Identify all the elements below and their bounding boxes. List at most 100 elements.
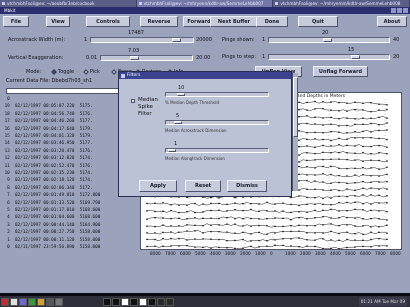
beam-point[interactable] xyxy=(250,245,252,248)
files-launcher-icon[interactable] xyxy=(28,297,36,306)
beam-point[interactable] xyxy=(378,109,380,111)
beam-point[interactable] xyxy=(322,203,324,206)
beam-point[interactable] xyxy=(218,231,220,233)
beam-point[interactable] xyxy=(202,246,204,248)
mode-pick-radio[interactable]: Pick xyxy=(83,69,100,75)
beam-point[interactable] xyxy=(298,101,300,103)
editor-launcher-icon[interactable] xyxy=(37,297,45,306)
beam-point[interactable] xyxy=(346,132,348,134)
beam-point[interactable] xyxy=(354,101,356,103)
beam-point[interactable] xyxy=(210,202,212,205)
beam-point[interactable] xyxy=(242,231,244,234)
slider-knob[interactable] xyxy=(168,149,176,152)
tab-3[interactable]: vtchmbhFsoli@ev: ~/mhryemm/kdtlr-aw/Semm… xyxy=(273,0,410,7)
beam-point[interactable] xyxy=(354,182,356,184)
beam-point[interactable] xyxy=(298,173,300,175)
beam-point[interactable] xyxy=(354,201,356,203)
beam-point[interactable] xyxy=(330,101,332,103)
beam-point[interactable] xyxy=(194,230,196,232)
beam-point[interactable] xyxy=(306,159,308,162)
beam-point[interactable] xyxy=(274,210,276,212)
beam-point[interactable] xyxy=(234,223,236,225)
start-menu-icon[interactable] xyxy=(1,297,9,306)
minimize-icon[interactable] xyxy=(391,8,396,13)
beam-point[interactable] xyxy=(322,197,324,200)
beam-point[interactable] xyxy=(370,175,372,177)
done-button[interactable]: Done xyxy=(256,16,288,27)
beam-point[interactable] xyxy=(218,202,220,205)
beam-point[interactable] xyxy=(378,159,380,162)
beam-point[interactable] xyxy=(290,238,292,240)
beam-point[interactable] xyxy=(314,131,316,134)
beam-point[interactable] xyxy=(370,137,372,139)
beam-point[interactable] xyxy=(370,181,372,183)
beam-point[interactable] xyxy=(386,138,388,141)
beam-point[interactable] xyxy=(202,225,204,227)
beam-point[interactable] xyxy=(322,189,324,191)
beam-point[interactable] xyxy=(362,109,364,111)
beam-point[interactable] xyxy=(386,232,388,234)
beam-point[interactable] xyxy=(330,116,332,119)
beam-point[interactable] xyxy=(306,152,308,154)
controls-button[interactable]: Controls xyxy=(86,16,130,27)
beam-point[interactable] xyxy=(274,225,276,228)
beam-point[interactable] xyxy=(290,196,292,199)
beam-point[interactable] xyxy=(330,223,332,225)
beam-point[interactable] xyxy=(298,109,300,111)
beam-point[interactable] xyxy=(362,137,364,139)
beam-point[interactable] xyxy=(146,245,148,248)
beam-point[interactable] xyxy=(330,197,332,199)
beam-point[interactable] xyxy=(338,225,340,227)
beam-point[interactable] xyxy=(242,209,244,212)
beam-point[interactable] xyxy=(314,217,316,219)
beam-point[interactable] xyxy=(186,204,188,206)
beam-point[interactable] xyxy=(362,145,364,148)
beam-point[interactable] xyxy=(330,165,332,168)
beam-point[interactable] xyxy=(338,131,340,133)
beam-point[interactable] xyxy=(234,209,236,211)
beam-point[interactable] xyxy=(386,181,388,183)
beam-point[interactable] xyxy=(146,210,148,212)
beam-point[interactable] xyxy=(370,117,372,119)
beam-point[interactable] xyxy=(314,245,316,248)
beam-point[interactable] xyxy=(298,195,300,197)
beam-point[interactable] xyxy=(210,247,212,249)
quit-button[interactable]: Quit xyxy=(298,16,338,27)
beam-point[interactable] xyxy=(306,132,308,134)
beam-point[interactable] xyxy=(250,240,252,242)
beam-point[interactable] xyxy=(194,217,196,219)
beam-point[interactable] xyxy=(386,245,388,247)
beam-point[interactable] xyxy=(354,174,356,176)
beam-point[interactable] xyxy=(378,129,380,132)
beam-point[interactable] xyxy=(178,237,180,240)
beam-point[interactable] xyxy=(362,245,364,248)
beam-point[interactable] xyxy=(386,160,388,162)
browser-launcher-icon[interactable] xyxy=(19,297,27,306)
beam-point[interactable] xyxy=(234,202,236,204)
tab-2[interactable]: vtchmbhFsoli@ev: ~/mhryenn/kdtlr-aw/Semm… xyxy=(136,0,274,7)
beam-point[interactable] xyxy=(314,225,316,227)
beam-point[interactable] xyxy=(362,117,364,119)
beam-point[interactable] xyxy=(306,232,308,234)
beam-point[interactable] xyxy=(346,224,348,226)
beam-point[interactable] xyxy=(162,224,164,226)
beam-point[interactable] xyxy=(258,239,260,242)
beam-point[interactable] xyxy=(234,232,236,234)
beam-point[interactable] xyxy=(362,174,364,176)
beam-point[interactable] xyxy=(370,122,372,125)
beam-point[interactable] xyxy=(162,245,164,247)
beam-point[interactable] xyxy=(178,204,180,206)
beam-point[interactable] xyxy=(178,211,180,214)
beam-point[interactable] xyxy=(378,137,380,140)
beam-point[interactable] xyxy=(338,248,340,249)
beam-point[interactable] xyxy=(330,145,332,147)
beam-point[interactable] xyxy=(362,209,364,211)
beam-point[interactable] xyxy=(370,231,372,233)
close-icon[interactable] xyxy=(403,8,408,13)
beam-point[interactable] xyxy=(378,144,380,147)
mode-toggle-radio[interactable]: Toggle xyxy=(51,69,74,75)
beam-point[interactable] xyxy=(330,182,332,184)
beam-point[interactable] xyxy=(218,209,220,211)
beam-point[interactable] xyxy=(338,110,340,112)
beam-point[interactable] xyxy=(346,138,348,140)
